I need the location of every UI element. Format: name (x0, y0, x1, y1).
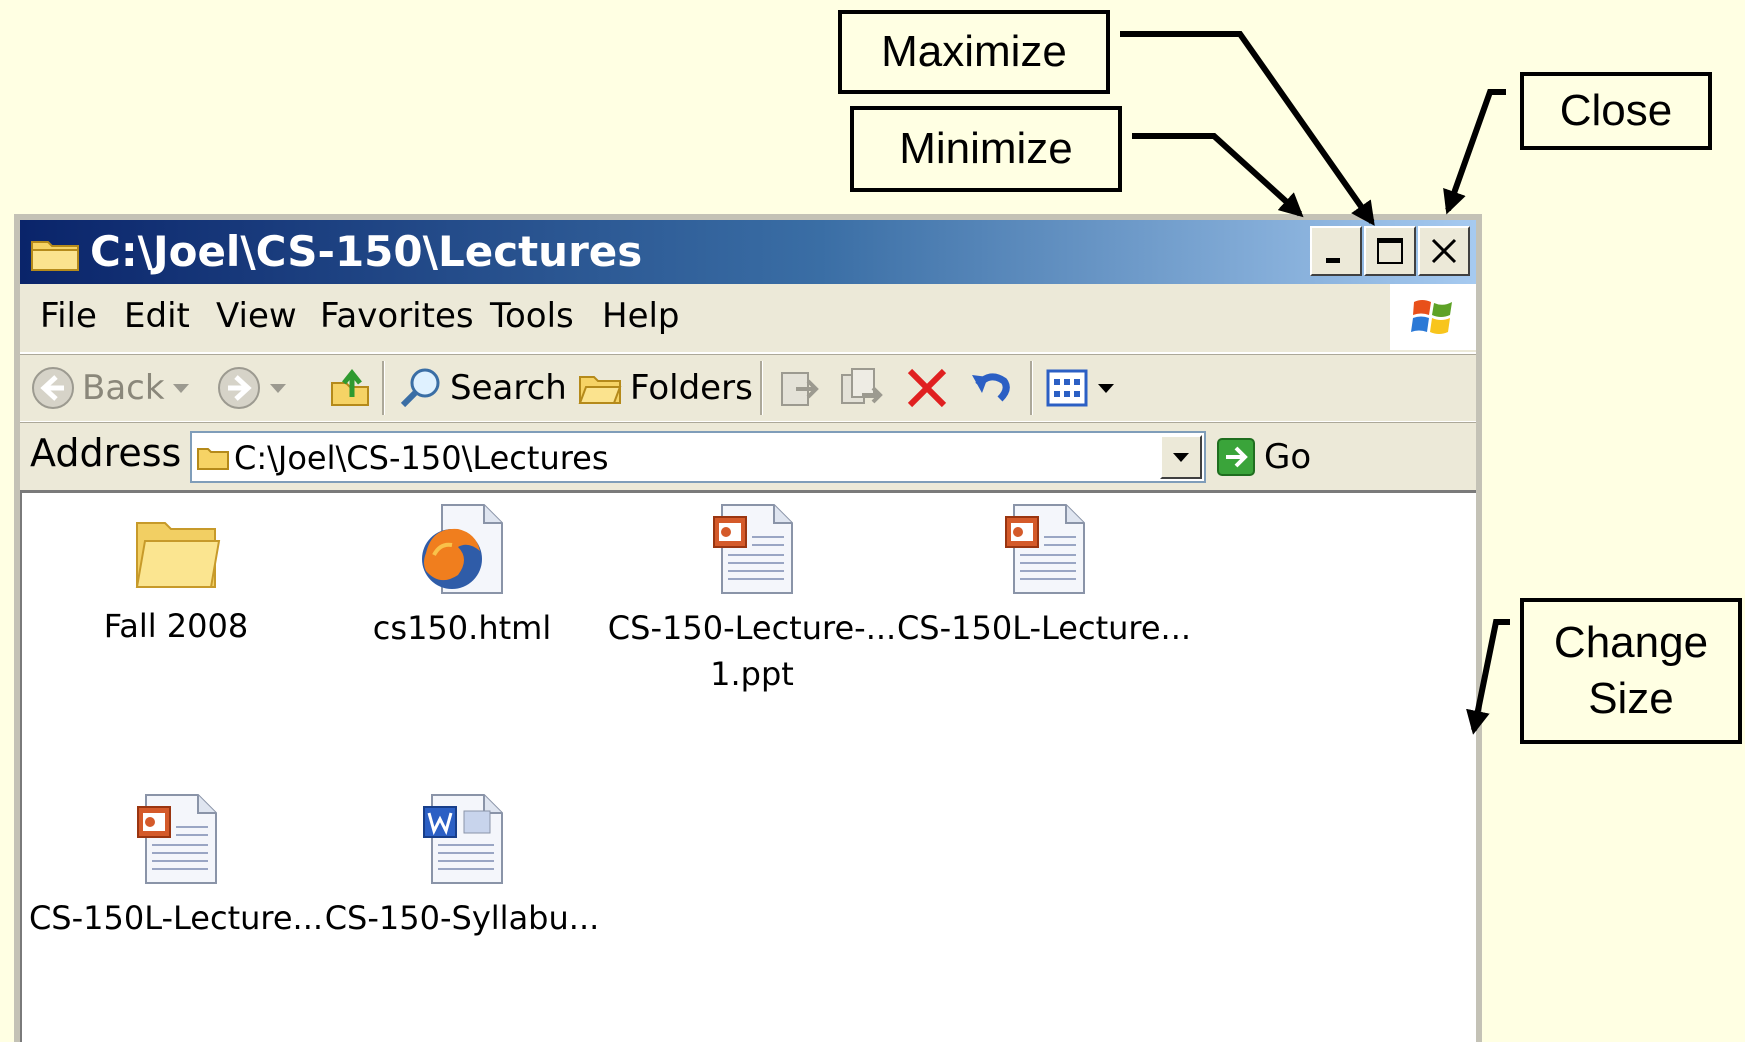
callout-arrows (1120, 31, 1510, 735)
close-arrow (1443, 89, 1506, 215)
minimize-arrow (1132, 133, 1304, 218)
maximize-arrow (1120, 31, 1375, 226)
change-size-arrow (1466, 619, 1510, 735)
